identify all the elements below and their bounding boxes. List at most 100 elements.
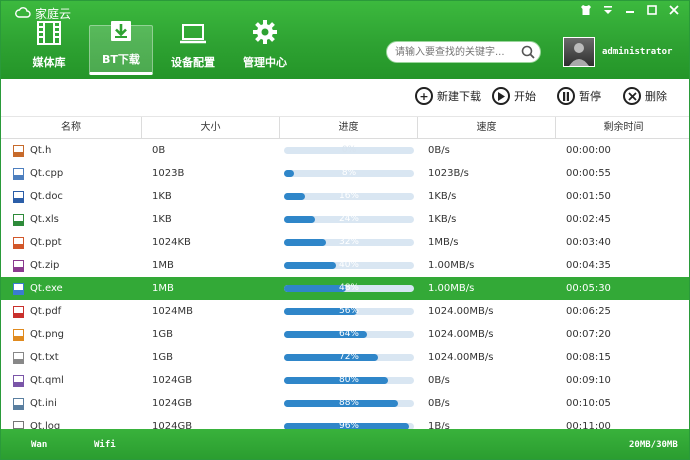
cell-remaining: 00:06:25 xyxy=(566,306,611,317)
progress-text: 0% xyxy=(341,145,357,155)
close-icon[interactable] xyxy=(667,4,681,18)
progress-bar: 24% xyxy=(284,214,414,224)
start-label: 开始 xyxy=(514,90,536,103)
app-window: 家庭云 媒体库 BT下载 设备配置 管理中心 请输入要查找的关键字... adm… xyxy=(0,0,690,460)
table-row[interactable]: Qt.h 0B 0% 0B/s 00:00:00 xyxy=(1,139,689,162)
nav-media-library[interactable]: 媒体库 xyxy=(17,21,81,75)
maximize-icon[interactable] xyxy=(645,4,659,18)
progress-bar: 16% xyxy=(284,191,414,201)
nav-bt-download[interactable]: BT下载 xyxy=(89,21,153,75)
pause-button[interactable]: 暂停 xyxy=(557,87,601,105)
play-icon xyxy=(492,87,510,105)
col-name[interactable]: 名称 xyxy=(1,117,142,139)
cell-progress: 56% xyxy=(280,300,418,323)
cell-progress: 24% xyxy=(280,208,418,231)
file-name: Qt.cpp xyxy=(30,168,64,179)
delete-icon xyxy=(623,87,641,105)
file-icon xyxy=(13,374,24,387)
file-icon xyxy=(13,213,24,226)
table-row[interactable]: Qt.zip 1MB 40% 1.00MB/s 00:04:35 xyxy=(1,254,689,277)
cell-speed: 1MB/s xyxy=(428,237,459,248)
table-row[interactable]: Qt.ppt 1024KB 32% 1MB/s 00:03:40 xyxy=(1,231,689,254)
table-row[interactable]: Qt.pdf 1024MB 56% 1024.00MB/s 00:06:25 xyxy=(1,300,689,323)
nav-management-center[interactable]: 管理中心 xyxy=(233,20,297,75)
file-icon xyxy=(13,351,24,364)
table-row[interactable]: Qt.cpp 1023B 8% 1023B/s 00:00:55 xyxy=(1,162,689,185)
progress-text: 32% xyxy=(338,237,359,247)
table-row[interactable]: Qt.qml 1024GB 80% 0B/s 00:09:10 xyxy=(1,369,689,392)
nav-label: 设备配置 xyxy=(171,56,215,69)
nav-device-config[interactable]: 设备配置 xyxy=(161,24,225,75)
pause-icon xyxy=(557,87,575,105)
progress-bar: 56% xyxy=(284,306,414,316)
cell-speed: 1024.00MB/s xyxy=(428,352,494,363)
download-icon xyxy=(109,20,133,51)
new-download-label: 新建下载 xyxy=(437,90,481,103)
nav-label: BT下载 xyxy=(102,53,140,66)
cell-speed: 1024.00MB/s xyxy=(428,329,494,340)
cell-size: 1024MB xyxy=(152,306,193,317)
cell-speed: 0B/s xyxy=(428,375,450,386)
cell-name: Qt.h xyxy=(1,139,142,162)
delete-button[interactable]: 删除 xyxy=(623,87,667,105)
file-icon xyxy=(13,144,24,157)
cell-size: 0B xyxy=(152,145,166,156)
cell-speed: 0B/s xyxy=(428,398,450,409)
main-nav: 媒体库 BT下载 设备配置 管理中心 xyxy=(17,20,297,75)
file-name: Qt.qml xyxy=(30,375,64,386)
progress-text: 8% xyxy=(341,168,357,178)
file-icon xyxy=(13,328,24,341)
search-icon[interactable] xyxy=(520,44,536,60)
table-row[interactable]: Qt.png 1GB 64% 1024.00MB/s 00:07:20 xyxy=(1,323,689,346)
shirt-icon[interactable] xyxy=(579,4,593,18)
cell-size: 1024KB xyxy=(152,237,191,248)
pause-label: 暂停 xyxy=(579,90,601,103)
table-row[interactable]: Qt.ini 1024GB 88% 0B/s 00:10:05 xyxy=(1,392,689,415)
file-name: Qt.h xyxy=(30,145,52,156)
nav-label: 媒体库 xyxy=(32,56,66,69)
cell-remaining: 00:09:10 xyxy=(566,375,611,386)
cell-size: 1023B xyxy=(152,168,185,179)
start-button[interactable]: 开始 xyxy=(492,87,536,105)
cell-name: Qt.doc xyxy=(1,185,142,208)
progress-text: 24% xyxy=(338,214,359,224)
cell-progress: 0% xyxy=(280,139,418,162)
col-speed[interactable]: 速度 xyxy=(418,117,556,139)
progress-bar: 8% xyxy=(284,168,414,178)
header: 家庭云 媒体库 BT下载 设备配置 管理中心 请输入要查找的关键字... adm… xyxy=(1,1,689,79)
progress-text: 80% xyxy=(338,375,359,385)
new-download-button[interactable]: + 新建下载 xyxy=(415,87,481,105)
progress-text: 56% xyxy=(338,306,359,316)
col-progress[interactable]: 进度 xyxy=(280,117,418,139)
cell-progress: 72% xyxy=(280,346,418,369)
avatar[interactable] xyxy=(563,37,595,67)
dropdown-menu-icon[interactable] xyxy=(601,4,615,18)
table-row[interactable]: Qt.xls 1KB 24% 1KB/s 00:02:45 xyxy=(1,208,689,231)
file-icon xyxy=(13,167,24,180)
progress-text: 72% xyxy=(338,352,359,362)
cell-progress: 8% xyxy=(280,162,418,185)
file-icon xyxy=(13,397,24,410)
file-icon xyxy=(13,236,24,249)
cell-speed: 1.00MB/s xyxy=(428,260,475,271)
file-name: Qt.txt xyxy=(30,352,59,363)
cell-speed: 1024.00MB/s xyxy=(428,306,494,317)
window-title: 家庭云 xyxy=(15,5,71,22)
table-row[interactable]: Qt.txt 1GB 72% 1024.00MB/s 00:08:15 xyxy=(1,346,689,369)
minimize-icon[interactable] xyxy=(623,4,637,18)
cell-remaining: 00:00:00 xyxy=(566,145,611,156)
cell-name: Qt.exe xyxy=(1,277,142,300)
progress-text: 48% xyxy=(338,283,359,293)
progress-bar: 0% xyxy=(284,145,414,155)
plus-icon: + xyxy=(415,87,433,105)
status-bar: Wan Wifi 20MB/30MB xyxy=(1,429,689,459)
table-row[interactable]: Qt.exe 1MB 48% 1.00MB/s 00:05:30 xyxy=(1,277,689,300)
file-icon xyxy=(13,282,24,295)
col-size[interactable]: 大小 xyxy=(142,117,280,139)
table-row[interactable]: Qt.doc 1KB 16% 1KB/s 00:01:50 xyxy=(1,185,689,208)
col-remaining[interactable]: 剩余时间 xyxy=(556,117,689,139)
cell-remaining: 00:02:45 xyxy=(566,214,611,225)
username[interactable]: administrator xyxy=(602,47,672,57)
cell-remaining: 00:04:35 xyxy=(566,260,611,271)
search-input[interactable] xyxy=(387,42,517,62)
